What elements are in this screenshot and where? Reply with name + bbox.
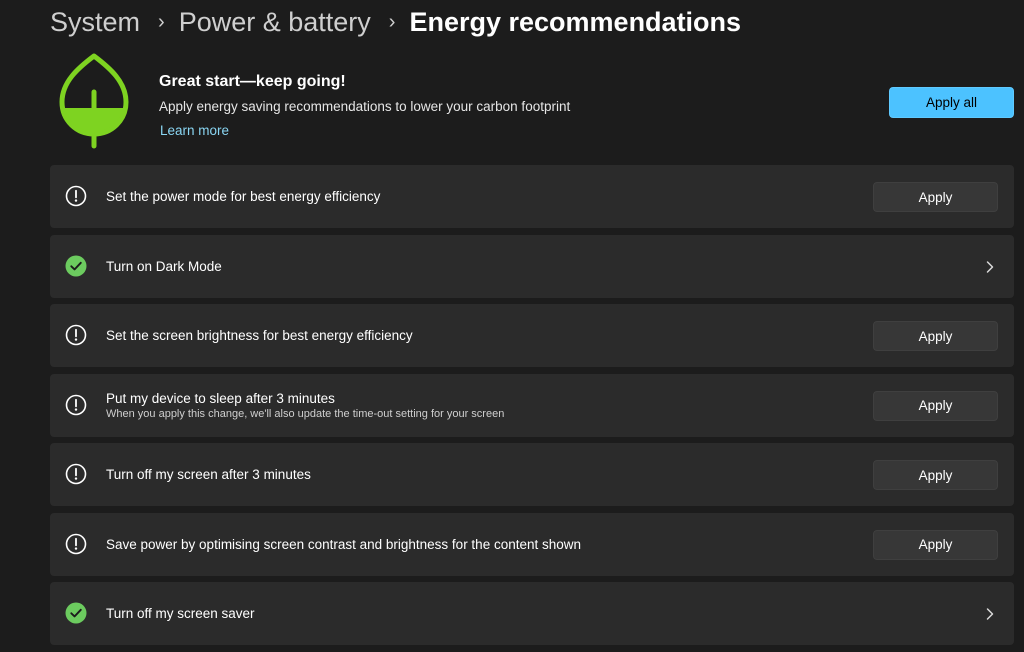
recommendations-header: Great start—keep going! Apply energy sav… [50,52,1016,152]
info-circle-icon [65,533,87,555]
checkmark-circle-icon [65,602,87,624]
apply-button[interactable]: Apply [873,390,998,421]
apply-all-button[interactable]: Apply all [889,87,1014,118]
learn-more-link[interactable]: Learn more [160,123,229,138]
recommendation-text: Turn off my screen saver [106,582,255,645]
recommendation-card: Save power by optimising screen contrast… [50,512,1014,576]
recommendation-card: Put my device to sleep after 3 minutes Wh… [50,373,1014,437]
apply-button[interactable]: Apply [873,182,998,212]
recommendation-card: Set the screen brightness for best energ… [50,304,1014,367]
recommendation-list: Set the power mode for best energy effic… [50,165,1014,652]
recommendation-text: Set the screen brightness for best energ… [106,304,413,367]
breadcrumb-power-battery[interactable]: Power & battery [179,7,371,38]
recommendation-text: Turn on Dark Mode [106,235,222,298]
chevron-right-icon[interactable] [985,260,995,274]
recommendation-text: Put my device to sleep after 3 minutes Wh… [106,374,504,437]
recommendation-card[interactable]: Turn off my screen saver [50,582,1014,645]
info-circle-icon [65,463,87,485]
recommendation-subtitle: When you apply this change, we'll also u… [106,407,505,420]
apply-button[interactable]: Apply [873,460,998,490]
breadcrumb-separator: › [158,10,165,33]
info-circle-icon [65,185,87,207]
info-circle-icon [65,324,87,346]
recommendation-text: Save power by optimising screen contrast… [106,513,581,576]
recommendation-text: Set the power mode for best energy effic… [106,165,380,228]
recommendation-title: Put my device to sleep after 3 minutes [106,390,335,406]
breadcrumb-system[interactable]: System [50,7,140,38]
recommendation-title: Turn off my screen saver [106,606,255,621]
breadcrumb: System › Power & battery › Energy recomm… [50,4,741,40]
breadcrumb-separator: › [388,10,396,33]
chevron-right-icon[interactable] [985,607,995,621]
info-circle-icon [65,394,87,416]
recommendation-title: Turn on Dark Mode [106,258,222,274]
recommendation-card: Set the power mode for best energy effic… [50,165,1014,228]
recommendation-title: Set the power mode for best energy effic… [106,189,381,204]
recommendation-card[interactable]: Turn on Dark Mode [50,234,1014,298]
recommendation-title: Set the screen brightness for best energ… [106,328,413,343]
recommendation-text: Turn off my screen after 3 minutes [106,443,311,506]
leaf-icon [59,53,129,149]
recommendation-card: Turn off my screen after 3 minutes Apply [50,443,1014,506]
checkmark-circle-icon [65,255,87,277]
hero-title: Great start—keep going! [159,73,346,90]
hero-description: Apply energy saving recommendations to l… [159,99,571,114]
recommendation-title: Turn off my screen after 3 minutes [106,467,311,482]
apply-button[interactable]: Apply [873,529,998,560]
page-title: Energy recommendations [409,6,742,37]
apply-button[interactable]: Apply [873,321,998,351]
recommendation-title: Save power by optimising screen contrast… [106,536,582,552]
